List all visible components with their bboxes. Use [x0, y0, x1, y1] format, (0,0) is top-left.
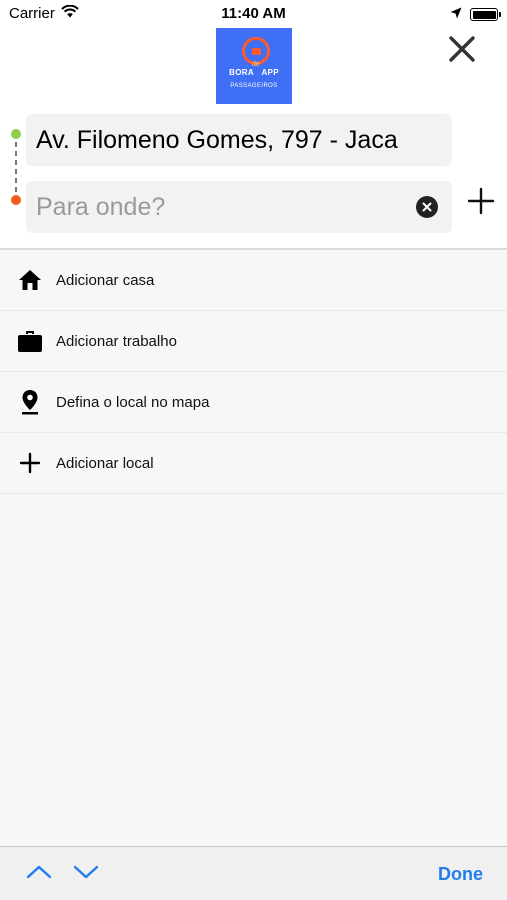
origin-input[interactable]: [26, 114, 452, 166]
logo-wordmark-left: BORA: [229, 68, 254, 77]
destination-input[interactable]: [26, 181, 452, 233]
status-indicators: [450, 6, 501, 23]
previous-field-button[interactable]: [26, 864, 52, 885]
add-stop-button[interactable]: [466, 186, 496, 216]
battery-level: [472, 10, 496, 19]
map-pin-icon: [0, 389, 56, 415]
list-item-add-place[interactable]: Adicionar local: [0, 433, 507, 494]
plus-icon: [467, 187, 495, 215]
battery-tip: [499, 12, 501, 17]
chevron-down-icon: [73, 865, 99, 879]
clear-icon: [422, 202, 432, 212]
clear-destination-button[interactable]: [416, 196, 438, 218]
plus-icon: [0, 452, 56, 474]
close-icon: [449, 36, 475, 62]
logo-wordmark: BORA APP: [216, 68, 292, 77]
next-field-button[interactable]: [73, 864, 99, 885]
list-item-label: Defina o local no mapa: [56, 393, 210, 411]
app-logo: de BORA APP PASSAGEIROS: [216, 28, 292, 104]
list-item-add-home[interactable]: Adicionar casa: [0, 250, 507, 311]
route-inputs: [0, 114, 507, 234]
home-icon: [0, 269, 56, 291]
logo-car-icon: [252, 48, 261, 55]
briefcase-icon: [0, 330, 56, 353]
chevron-up-icon: [26, 865, 52, 879]
header-panel: Carrier 11:40 AM de BORA APP PASSAGEIROS…: [0, 0, 507, 248]
list-item-set-on-map[interactable]: Defina o local no mapa: [0, 372, 507, 433]
clock: 11:40 AM: [221, 5, 286, 22]
list-item-label: Adicionar local: [56, 454, 154, 472]
shortcut-list: Adicionar casa Adicionar trabalho Defina…: [0, 250, 507, 494]
done-button[interactable]: Done: [438, 864, 483, 885]
close-button[interactable]: [446, 33, 478, 65]
keyboard-toolbar: Done: [0, 846, 507, 900]
list-item-label: Adicionar trabalho: [56, 332, 177, 350]
logo-wordmark-de: de: [252, 61, 260, 68]
origin-dot-icon: [11, 129, 21, 139]
logo-wordmark-right: APP: [261, 68, 279, 77]
logo-subtitle: PASSAGEIROS: [230, 83, 278, 89]
list-item-label: Adicionar casa: [56, 271, 155, 289]
destination-dot-icon: [11, 195, 21, 205]
battery-icon: [470, 8, 501, 21]
route-connector: [15, 142, 17, 197]
list-item-add-work[interactable]: Adicionar trabalho: [0, 311, 507, 372]
location-arrow-icon: [450, 6, 462, 23]
status-bar: Carrier 11:40 AM: [0, 0, 507, 28]
